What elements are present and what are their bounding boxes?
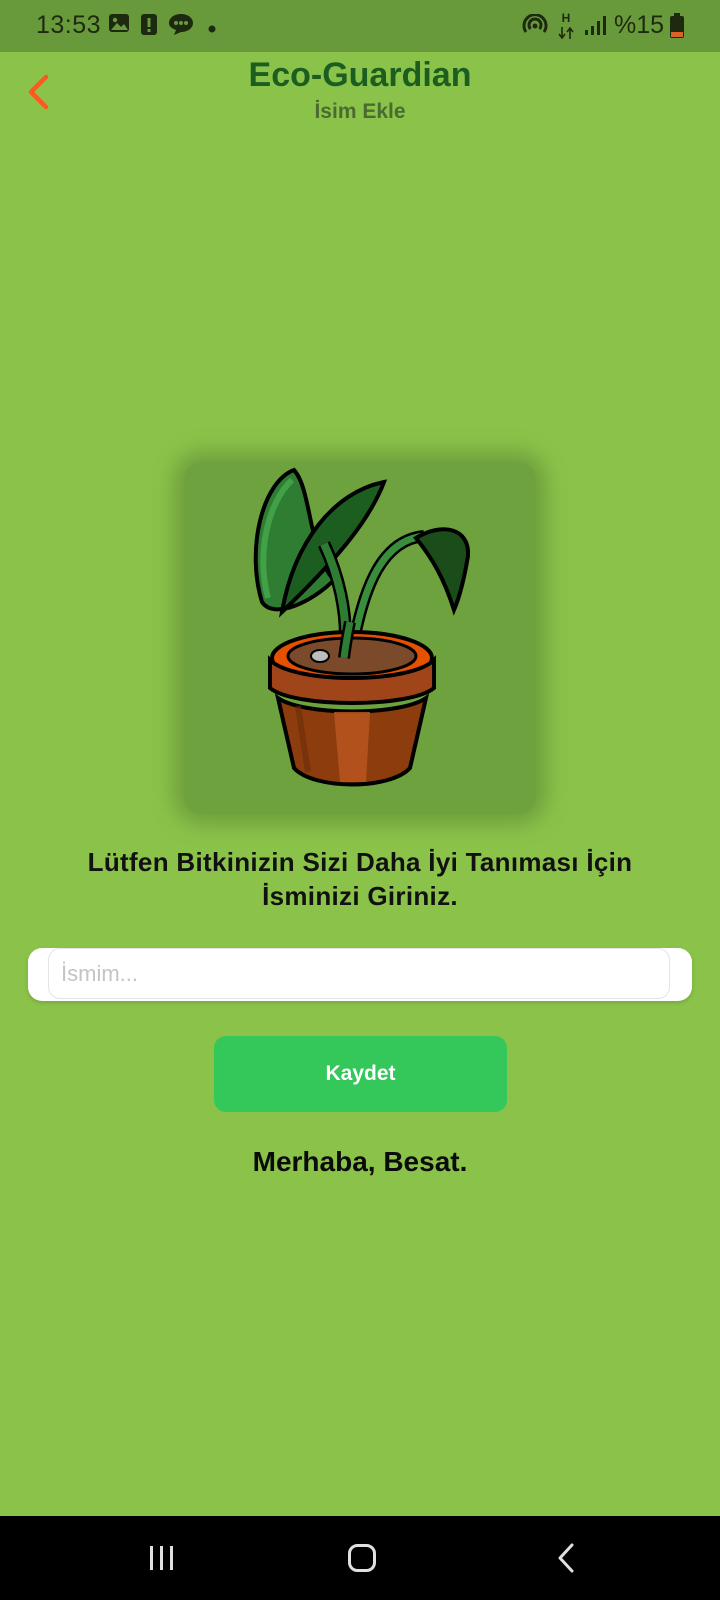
network-type-label: H — [561, 11, 571, 25]
name-input[interactable] — [48, 948, 670, 999]
home-icon — [348, 1544, 376, 1572]
status-bar: 13:53 H %15 — [0, 0, 720, 52]
data-arrows-icon — [558, 26, 574, 44]
battery-icon — [669, 13, 685, 44]
greeting-text: Merhaba, Besat. — [252, 1146, 468, 1177]
dot-icon — [208, 20, 216, 38]
recents-icon — [150, 1546, 173, 1570]
signal-icon — [584, 16, 606, 41]
name-input-container — [28, 948, 692, 1001]
back-icon — [558, 1543, 574, 1573]
system-nav-bar — [0, 1516, 720, 1600]
recents-button[interactable] — [132, 1536, 192, 1580]
back-nav-button[interactable] — [536, 1536, 596, 1580]
potted-plant-illustration — [253, 467, 471, 787]
message-icon — [168, 12, 194, 41]
plant-card — [184, 462, 536, 814]
instruction-text: Lütfen Bitkinizin Sizi Daha İyi Tanıması… — [87, 847, 633, 911]
battery-percent: %15 — [614, 11, 665, 39]
page-subtitle: İsim Ekle — [314, 100, 406, 123]
network-type: H — [558, 12, 574, 24]
alert-icon — [140, 12, 158, 41]
app-title: Eco-Guardian — [248, 56, 472, 94]
home-button[interactable] — [332, 1536, 392, 1580]
status-time: 13:53 — [36, 11, 102, 39]
gallery-icon — [108, 12, 130, 39]
save-button[interactable]: Kaydet — [214, 1036, 507, 1112]
hotspot-icon — [522, 13, 548, 43]
